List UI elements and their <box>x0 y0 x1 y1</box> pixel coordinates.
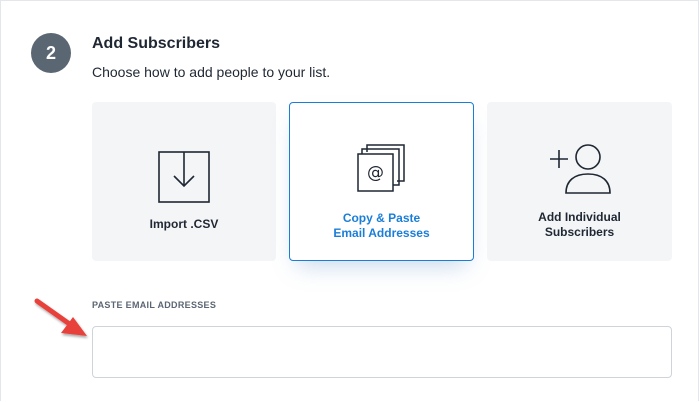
option-copy-paste-label-line1: Copy & Paste <box>342 211 421 225</box>
annotation-arrow-icon <box>34 298 87 336</box>
option-add-individual[interactable]: Add Individual Subscribers <box>487 102 672 261</box>
option-import-csv-label: Import .CSV <box>149 217 219 231</box>
add-person-icon <box>549 144 611 194</box>
add-subscribers-panel: 2 Add Subscribers Choose how to add peop… <box>0 0 699 401</box>
step-number-badge: 2 <box>31 33 71 73</box>
option-copy-paste-label-line2: Email Addresses <box>333 226 430 240</box>
option-add-individual-label-line1: Add Individual <box>538 210 621 224</box>
paste-email-label: PASTE EMAIL ADDRESSES <box>92 300 217 310</box>
section-subtitle: Choose how to add people to your list. <box>92 64 331 80</box>
download-icon <box>158 151 210 203</box>
svg-text:@: @ <box>367 163 384 183</box>
option-add-individual-label-line2: Subscribers <box>544 225 615 239</box>
option-import-csv[interactable]: Import .CSV <box>92 102 276 261</box>
paste-email-input[interactable] <box>92 326 672 378</box>
section-title: Add Subscribers <box>92 35 221 52</box>
option-copy-paste[interactable]: @ Copy & Paste Email Addresses <box>289 102 474 261</box>
at-documents-icon: @ <box>356 144 405 192</box>
